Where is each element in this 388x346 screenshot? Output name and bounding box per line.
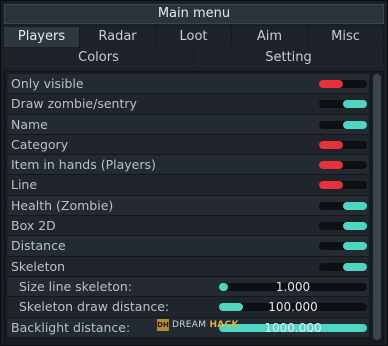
tab-loot[interactable]: Loot — [156, 27, 232, 47]
option-row: Health (Zombie) — [7, 195, 369, 217]
value-slider[interactable]: 1000.000 — [219, 321, 367, 335]
option-label: Name — [11, 116, 48, 132]
option-row: Name — [7, 114, 369, 135]
slider-value: 1000.000 — [264, 320, 322, 335]
slider-label: Size line skeleton: — [19, 278, 133, 294]
option-row: Draw zombie/sentry — [7, 94, 369, 115]
option-label: Box 2D — [11, 218, 56, 234]
subtab-colors[interactable]: Colors — [4, 48, 194, 68]
toggle-knob — [343, 120, 367, 129]
toggle-knob — [319, 140, 343, 149]
option-row: Category — [7, 134, 369, 156]
slider-value: 100.000 — [268, 300, 318, 315]
option-row: Line — [7, 175, 369, 196]
option-toggle[interactable] — [319, 120, 367, 129]
option-label: Item in hands (Players) — [11, 157, 156, 173]
option-toggle[interactable] — [319, 161, 367, 170]
toggle-knob — [343, 222, 367, 231]
option-row: Item in hands (Players) — [7, 155, 369, 176]
slider-row: Backlight distance: 1000.000 — [7, 317, 369, 338]
sub-tabs: Colors Setting — [4, 48, 384, 68]
scrollbar[interactable] — [373, 74, 381, 340]
option-toggle[interactable] — [319, 140, 367, 149]
option-row: Box 2D — [7, 216, 369, 237]
main-menu-window: Main menu Players Radar Loot Aim Misc Colors… — [0, 0, 388, 346]
option-toggle[interactable] — [319, 201, 367, 210]
option-label: Skeleton — [11, 258, 66, 274]
scrollbar-thumb[interactable] — [373, 74, 381, 340]
tab-players[interactable]: Players — [4, 27, 80, 47]
option-toggle[interactable] — [319, 181, 367, 190]
slider-label: Backlight distance: — [11, 319, 131, 335]
toggle-knob — [343, 100, 367, 109]
value-slider[interactable]: 1.000 — [219, 280, 367, 294]
option-label: Draw zombie/sentry — [11, 96, 137, 112]
option-label: Only visible — [11, 76, 84, 91]
main-tabs: Players Radar Loot Aim Misc — [4, 27, 384, 47]
window-title[interactable]: Main menu — [4, 4, 384, 24]
options-list: Only visible Draw zombie/sentry Name Catego… — [7, 74, 369, 338]
tab-aim[interactable]: Aim — [232, 27, 308, 47]
tab-radar[interactable]: Radar — [80, 27, 156, 47]
option-label: Distance — [11, 238, 66, 254]
slider-label: Skeleton draw distance: — [19, 299, 170, 315]
tab-misc[interactable]: Misc — [308, 27, 384, 47]
toggle-knob — [319, 161, 343, 170]
toggle-knob — [319, 181, 343, 190]
option-row: Only visible — [7, 74, 369, 95]
subtab-setting[interactable]: Setting — [194, 48, 384, 68]
toggle-knob — [319, 80, 343, 88]
option-toggle[interactable] — [319, 80, 367, 88]
option-label: Line — [11, 177, 38, 193]
option-toggle[interactable] — [319, 222, 367, 231]
toggle-knob — [343, 262, 367, 271]
option-row: Skeleton — [7, 256, 369, 277]
toggle-knob — [343, 201, 367, 210]
option-toggle[interactable] — [319, 242, 367, 251]
option-label: Health (Zombie) — [11, 197, 114, 213]
toggle-knob — [343, 242, 367, 251]
option-toggle[interactable] — [319, 100, 367, 109]
value-slider[interactable]: 100.000 — [219, 300, 367, 314]
slider-row: Size line skeleton: 1.000 — [7, 276, 369, 298]
slider-row: Skeleton draw distance: 100.000 — [7, 297, 369, 318]
option-label: Category — [11, 136, 69, 152]
slider-value: 1.000 — [275, 279, 311, 294]
option-toggle[interactable] — [319, 262, 367, 271]
options-panel: Only visible Draw zombie/sentry Name Catego… — [4, 71, 384, 343]
option-row: Distance — [7, 236, 369, 257]
